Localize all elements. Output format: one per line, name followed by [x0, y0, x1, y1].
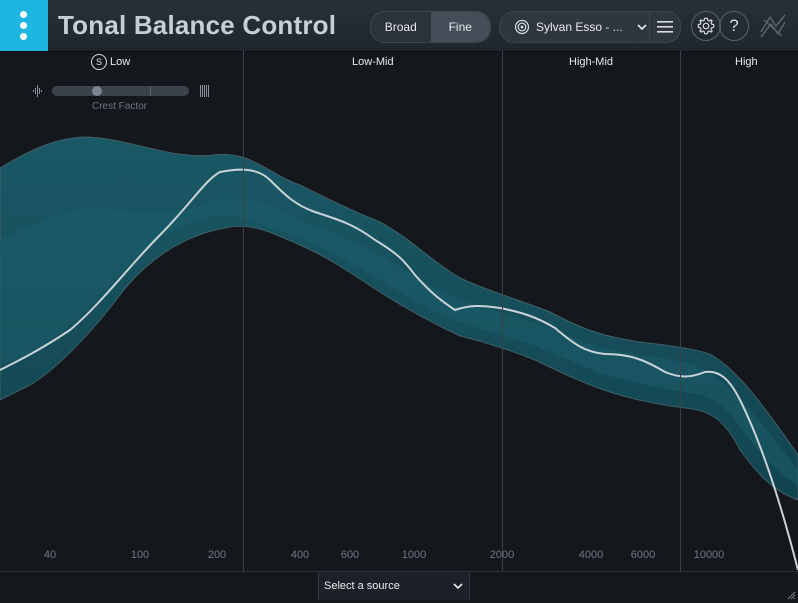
view-toggle[interactable]: Broad Fine [370, 11, 491, 43]
fine-button[interactable]: Fine [430, 12, 490, 42]
band-label-low: Low [110, 56, 131, 68]
tonal-balance-graph [0, 136, 798, 571]
header-bar: Tonal Balance Control Broad Fine Sylvan … [0, 0, 798, 52]
freq-label: 600 [340, 549, 360, 561]
band-divider-lowmid-highmid[interactable] [502, 51, 503, 571]
help-icon: ? [729, 16, 739, 35]
freq-label: 400 [290, 549, 310, 561]
target-icon [514, 19, 530, 35]
app-title: Tonal Balance Control [58, 10, 337, 40]
band-divider-low-lowmid[interactable] [243, 51, 244, 571]
settings-button[interactable] [691, 11, 721, 41]
freq-label: 10000 [693, 549, 725, 561]
chevron-down-icon [453, 583, 463, 590]
band-label-high-mid: High-Mid [569, 56, 614, 68]
source-select[interactable]: Select a source [318, 572, 470, 600]
crest-factor-knob[interactable] [92, 86, 102, 96]
source-select-label: Select a source [324, 580, 400, 592]
target-range-outer [0, 136, 798, 501]
resize-grip-icon[interactable] [786, 590, 796, 600]
ozone-link-icon[interactable] [758, 12, 788, 40]
freq-label: 2000 [489, 549, 515, 561]
target-curve-label: Sylvan Esso - ... [536, 20, 623, 34]
crest-factor-label: Crest Factor [92, 101, 148, 112]
band-label-low-mid: Low-Mid [352, 56, 394, 68]
target-menu-button[interactable] [649, 11, 681, 43]
freq-label: 1000 [401, 549, 427, 561]
app-menu-logo-icon[interactable] [0, 0, 48, 51]
chevron-down-icon [637, 24, 647, 31]
hamburger-menu-icon [657, 21, 673, 33]
gear-icon [697, 17, 715, 35]
broad-button[interactable]: Broad [371, 12, 431, 42]
band-label-high: High [735, 56, 758, 68]
solo-low-icon[interactable]: S [91, 54, 107, 70]
freq-label: 40 [43, 549, 57, 561]
crest-target-marker [150, 86, 151, 96]
freq-label: 4000 [578, 549, 604, 561]
freq-label: 6000 [630, 549, 656, 561]
crest-factor-slider[interactable] [52, 86, 189, 96]
band-divider-highmid-high[interactable] [680, 51, 681, 571]
freq-label: 100 [130, 549, 150, 561]
target-curve-dropdown[interactable]: Sylvan Esso - ... [499, 11, 651, 43]
help-button[interactable]: ? [719, 11, 749, 41]
crest-low-icon [33, 85, 42, 97]
crest-high-icon [200, 85, 209, 97]
freq-label: 200 [207, 549, 227, 561]
